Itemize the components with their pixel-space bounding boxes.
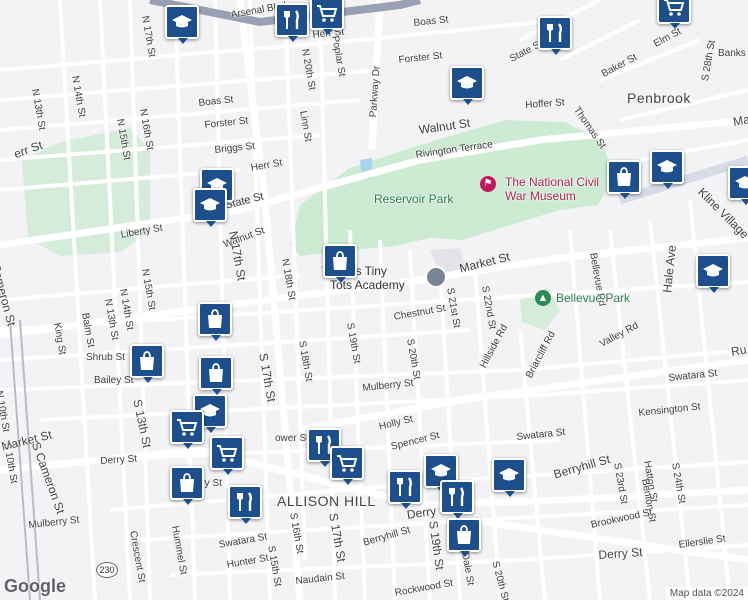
shopping-cart-icon [337, 455, 358, 472]
neighborhood-allison-hill: ALLISON HILL [277, 493, 376, 509]
graduation-cap-icon [657, 160, 677, 173]
school-pin[interactable] [728, 166, 748, 205]
school-pin[interactable] [492, 458, 526, 497]
street-label: Ma [732, 112, 748, 129]
shopping-bag-icon [180, 473, 194, 492]
street-label: Banks St [718, 48, 748, 59]
school-pin[interactable] [165, 5, 199, 44]
graduation-cap-icon [457, 76, 477, 89]
fork-knife-icon [284, 10, 299, 29]
shopping-bag-icon [457, 525, 471, 544]
fork-knife-icon [397, 477, 412, 496]
shopping-pin[interactable] [198, 302, 232, 341]
graduation-cap-icon [703, 264, 723, 277]
shopping-cart-icon [664, 0, 685, 16]
fork-knife-icon [547, 23, 562, 42]
shopping-pin[interactable] [607, 160, 641, 199]
shopping-bag-icon [617, 167, 631, 186]
reservoir-park-label[interactable]: Reservoir Park [374, 192, 453, 206]
grocery-pin[interactable] [330, 446, 364, 485]
shopping-pin[interactable] [199, 356, 233, 395]
fork-knife-icon [237, 492, 252, 511]
shopping-pin[interactable] [323, 244, 357, 283]
shopping-bag-icon [209, 363, 223, 382]
bellevue-park-marker[interactable]: ▲ [535, 290, 551, 306]
shopping-bag-icon [208, 309, 222, 328]
map-attribution[interactable]: Map data ©2024 [665, 587, 748, 600]
restaurant-pin[interactable] [228, 485, 262, 524]
restaurant-pin[interactable] [387, 469, 422, 509]
graduation-cap-icon [172, 15, 192, 28]
street-label: Ru [730, 342, 748, 359]
shopping-cart-icon [177, 419, 198, 436]
grocery-pin[interactable] [310, 0, 344, 35]
museum-label-line1[interactable]: The National Civil [505, 175, 599, 189]
museum-label-line2[interactable]: War Museum [505, 189, 576, 203]
google-logo: Google [4, 576, 66, 596]
school-pin[interactable] [650, 150, 684, 189]
bellevue-park-label[interactable]: Bellevue Park [556, 291, 630, 305]
school-pin[interactable] [696, 254, 730, 293]
shopping-pin[interactable] [129, 343, 164, 383]
restaurant-pin[interactable] [275, 3, 309, 42]
restaurant-pin[interactable] [537, 15, 572, 55]
shopping-bag-icon [140, 351, 154, 370]
shopping-bag-icon [333, 251, 347, 270]
shopping-pin[interactable] [170, 466, 204, 505]
street-label: ower St [275, 433, 309, 444]
grocery-pin[interactable] [657, 0, 691, 29]
route-shield-230: 230 [96, 562, 118, 578]
neighborhood-penbrook: Penbrook [627, 90, 691, 106]
map-canvas[interactable]: Arsenal Blvd Herr St Boas St Forster St … [0, 0, 748, 600]
restaurant-pin[interactable] [440, 480, 474, 519]
museum-marker[interactable]: ⚑ [480, 176, 496, 192]
street-label: Bailey St [94, 375, 134, 386]
graduation-cap-icon [200, 198, 220, 211]
school-pin[interactable] [450, 66, 484, 105]
grocery-pin[interactable] [170, 410, 204, 449]
shopping-pin[interactable] [447, 518, 481, 557]
graduation-cap-icon [499, 468, 519, 481]
shopping-cart-icon [217, 445, 238, 462]
graduation-cap-icon [735, 176, 748, 189]
academy-marker[interactable] [425, 266, 447, 288]
grocery-pin[interactable] [209, 435, 244, 475]
school-pin[interactable] [193, 188, 227, 227]
fork-knife-icon [449, 487, 464, 506]
shopping-cart-icon [317, 5, 338, 22]
street-label: Shrub St [86, 352, 125, 363]
